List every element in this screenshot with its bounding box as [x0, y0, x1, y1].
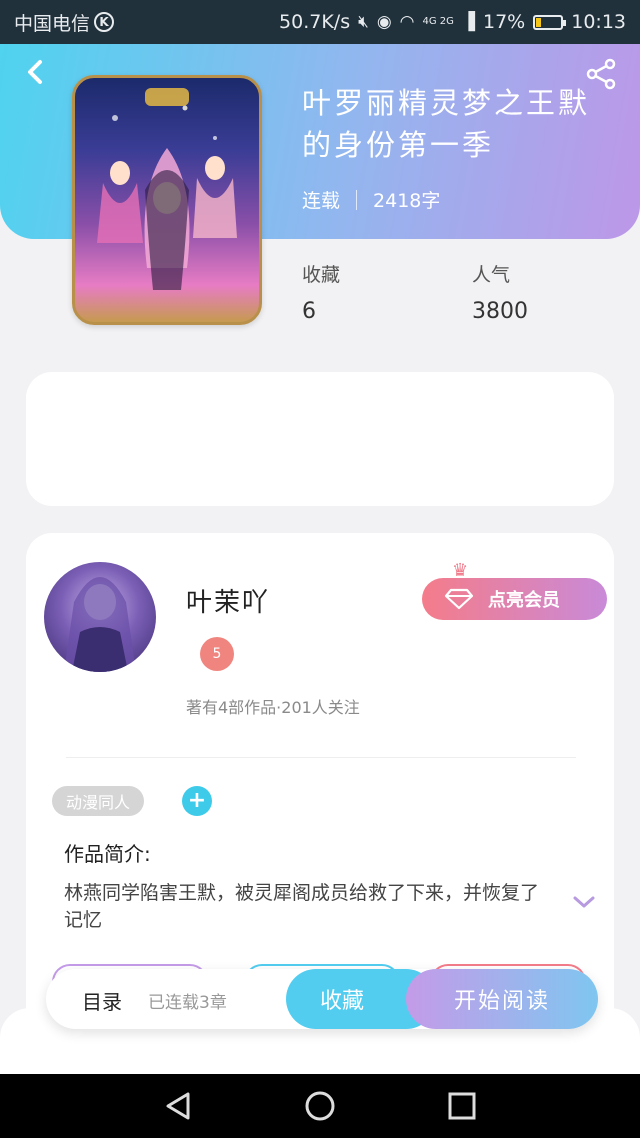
- signal-icon: ▐: [461, 12, 475, 32]
- intro-label: 作品简介:: [64, 842, 151, 866]
- popularity-label: 人气: [472, 264, 511, 286]
- diamond-icon: [444, 588, 474, 610]
- popularity-value: 3800: [472, 299, 528, 324]
- avatar-art: [64, 577, 136, 672]
- plus-icon: +: [187, 788, 207, 813]
- author-level-badge: 5: [200, 637, 234, 671]
- back-button[interactable]: [20, 56, 52, 88]
- serial-info: 连载 2418字: [302, 186, 440, 213]
- status-bar-left: 中国电信 K: [14, 9, 115, 36]
- status-bar-right: 50.7K/s 🔇︎ ◉ ◠ 4G 2G ▐ 17% 10:13: [279, 11, 626, 33]
- vip-button-label: 点亮会员: [488, 590, 560, 611]
- battery-icon: [533, 14, 567, 30]
- favorites-stat: 收藏 6: [302, 260, 340, 324]
- divider: [356, 189, 358, 210]
- genre-tag[interactable]: 动漫同人: [52, 786, 145, 816]
- expand-intro-button[interactable]: [572, 894, 596, 910]
- serial-status: 连载: [302, 190, 341, 212]
- chevron-left-icon: [28, 60, 42, 84]
- carrier-name: 中国电信: [14, 12, 91, 35]
- book-cover-image[interactable]: [72, 75, 262, 325]
- eye-icon: ◉: [376, 12, 392, 32]
- author-meta: 著有4部作品·201人关注: [186, 698, 360, 717]
- nav-home-button[interactable]: [304, 1090, 336, 1122]
- battery-percent: 17%: [483, 11, 526, 33]
- wifi-icon: ◠: [399, 12, 415, 32]
- clock: 10:13: [571, 11, 626, 33]
- section-divider: [66, 757, 576, 758]
- intro-text: 林燕同学陷害王默，被灵犀阁成员给救了下来，并恢复了记忆: [64, 882, 540, 931]
- vip-button[interactable]: 点亮会员: [422, 578, 607, 620]
- word-count: 2418字: [373, 190, 441, 212]
- start-reading-label: 开始阅读: [453, 989, 550, 1014]
- book-title: 叶罗丽精灵梦之王默的身份第一季: [302, 86, 591, 162]
- favorite-button-label: 收藏: [319, 989, 364, 1014]
- network-type: 4G 2G: [422, 16, 454, 27]
- chevron-down-icon: [573, 896, 595, 908]
- chapter-count[interactable]: 已连载3章: [148, 988, 227, 1013]
- nav-back-button[interactable]: [162, 1090, 194, 1122]
- cover-art: [97, 88, 237, 290]
- mute-icon: 🔇︎: [358, 12, 369, 32]
- favorites-label: 收藏: [302, 264, 341, 286]
- favorites-value: 6: [302, 299, 316, 324]
- start-reading-button[interactable]: 开始阅读: [406, 969, 598, 1029]
- nav-recents-button[interactable]: [446, 1090, 478, 1122]
- author-name[interactable]: 叶茉吖: [186, 582, 270, 619]
- square-recents-icon: [448, 1092, 476, 1120]
- popularity-stat: 人气 3800: [472, 260, 528, 324]
- battery-fill: [536, 17, 541, 27]
- status-bar: 中国电信 K 50.7K/s 🔇︎ ◉ ◠ 4G 2G ▐ 17% 10:13: [0, 0, 640, 44]
- toc-button[interactable]: 目录: [82, 986, 122, 1015]
- network-speed: 50.7K/s: [279, 11, 351, 33]
- circle-home-icon: [305, 1091, 335, 1121]
- add-tag-button[interactable]: +: [182, 786, 212, 816]
- triangle-back-icon: [166, 1092, 190, 1120]
- carrier-badge-icon: K: [94, 12, 115, 32]
- empty-card: [26, 372, 614, 506]
- author-avatar[interactable]: [44, 562, 156, 672]
